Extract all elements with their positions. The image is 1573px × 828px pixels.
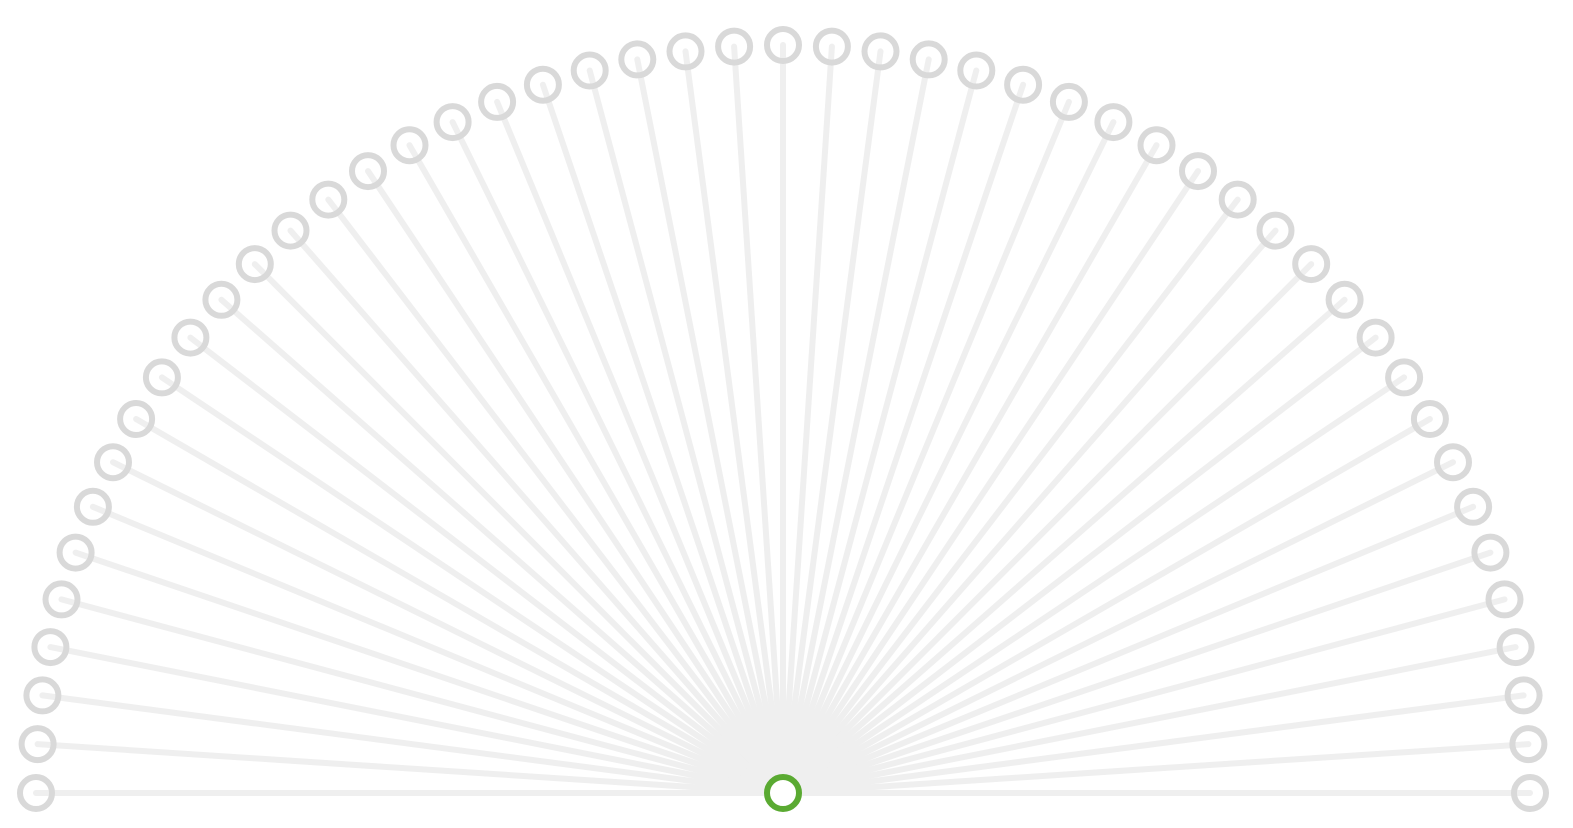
edge-42 [780,459,1456,796]
radial-fan-diagram [17,26,1549,812]
edge-layer [33,42,1533,796]
edge-18 [449,119,786,796]
edge-13 [251,261,786,796]
edge-37 [780,261,1315,796]
hub-node-layer [764,774,802,812]
edge-32 [780,119,1117,796]
hub-node[interactable] [764,774,802,812]
edge-8 [110,459,786,796]
